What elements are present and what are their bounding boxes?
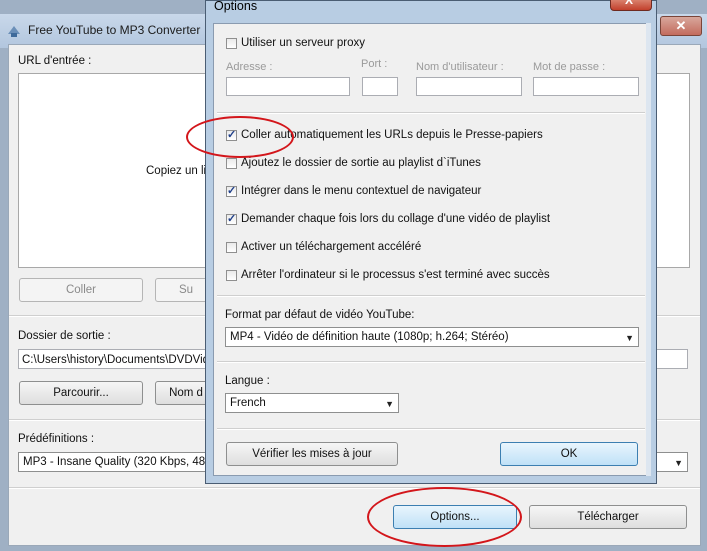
- options-dialog: Options X Utiliser un serveur proxy Adre…: [205, 0, 657, 484]
- separator: [217, 112, 645, 114]
- chevron-down-icon: ▼: [385, 399, 394, 409]
- language-select[interactable]: French ▼: [225, 393, 399, 413]
- proxy-address-label: Adresse :: [226, 61, 273, 73]
- options-dialog-body: Utiliser un serveur proxy Adresse : Port…: [213, 23, 649, 476]
- annotation-ellipse: [186, 116, 294, 158]
- url-label: URL d'entrée :: [18, 55, 92, 67]
- option-label-playlist-ask: Demander chaque fois lors du collage d'u…: [241, 213, 551, 225]
- option-label-shutdown: Arrêter l'ordinateur si le processus s'e…: [241, 269, 550, 281]
- separator: [217, 295, 645, 297]
- separator: [9, 487, 700, 489]
- language-label: Langue :: [225, 375, 270, 387]
- proxy-label: Utiliser un serveur proxy: [241, 37, 365, 49]
- option-checkbox-context-menu[interactable]: [226, 184, 237, 197]
- presets-value: MP3 - Insane Quality (320 Kbps, 48000: [23, 456, 225, 468]
- separator: [217, 428, 645, 430]
- main-close-button[interactable]: ✕: [660, 16, 702, 36]
- proxy-checkbox[interactable]: [226, 38, 237, 49]
- separator: [217, 361, 645, 363]
- proxy-username-field[interactable]: [416, 77, 522, 96]
- language-value: French: [230, 397, 266, 409]
- browse-button[interactable]: Parcourir...: [19, 381, 143, 405]
- chevron-down-icon: ▼: [625, 333, 634, 343]
- dialog-close-button[interactable]: X: [610, 0, 652, 11]
- format-label: Format par défaut de vidéo YouTube:: [225, 309, 415, 321]
- main-window-title: Free YouTube to MP3 Converter: [28, 23, 201, 37]
- output-folder-label: Dossier de sortie :: [18, 330, 111, 342]
- format-value: MP4 - Vidéo de définition haute (1080p; …: [230, 331, 509, 343]
- presets-label: Prédéfinitions :: [18, 433, 95, 445]
- close-icon: X: [625, 0, 634, 7]
- option-checkbox-accelerated[interactable]: [226, 242, 237, 253]
- app-icon: [8, 26, 20, 37]
- annotation-ellipse: [367, 487, 522, 547]
- option-label-context-menu: Intégrer dans le menu contextuel de navi…: [241, 185, 482, 197]
- options-dialog-title: Options: [214, 0, 258, 13]
- download-button[interactable]: Télécharger: [529, 505, 687, 529]
- option-label-itunes: Ajoutez le dossier de sortie au playlist…: [241, 157, 481, 169]
- proxy-port-label: Port :: [361, 58, 388, 70]
- proxy-username-label: Nom d'utilisateur :: [416, 61, 504, 73]
- proxy-address-field[interactable]: [226, 77, 350, 96]
- option-checkbox-playlist-ask[interactable]: [226, 212, 237, 225]
- url-hint-text: Copiez un lie: [146, 165, 213, 177]
- option-checkbox-itunes[interactable]: [226, 158, 237, 169]
- format-select[interactable]: MP4 - Vidéo de définition haute (1080p; …: [225, 327, 639, 347]
- proxy-password-label: Mot de passe :: [533, 61, 606, 73]
- proxy-password-field[interactable]: [533, 77, 639, 96]
- option-label-accelerated: Activer un téléchargement accéléré: [241, 241, 422, 253]
- chevron-down-icon: ▼: [674, 458, 683, 468]
- dialog-scrollbar[interactable]: [646, 23, 651, 476]
- paste-button[interactable]: Coller: [19, 278, 143, 302]
- check-updates-button[interactable]: Vérifier les mises à jour: [226, 442, 398, 466]
- proxy-port-field[interactable]: [362, 77, 398, 96]
- option-checkbox-shutdown[interactable]: [226, 270, 237, 281]
- ok-button[interactable]: OK: [500, 442, 638, 466]
